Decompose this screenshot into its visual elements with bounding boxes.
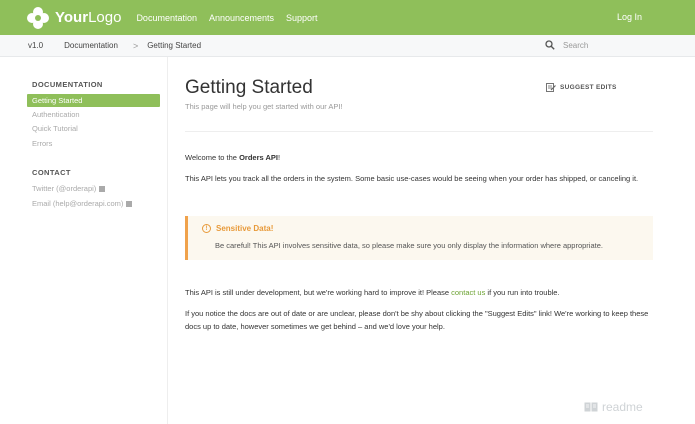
development-text: This API is still under development, but… [185, 288, 560, 297]
welcome-text: Welcome to the Orders API! [185, 153, 281, 162]
contact-us-link[interactable]: contact us [451, 288, 485, 297]
nav-link-documentation[interactable]: Documentation [136, 13, 197, 23]
intro-text: This API lets you track all the orders i… [185, 174, 639, 183]
edit-icon [546, 83, 556, 92]
sidebar-item-email[interactable]: Email (help@orderapi.com) [27, 197, 160, 210]
warning-icon: ! [202, 224, 211, 233]
top-nav: YourLogo Documentation Announcements Sup… [0, 0, 695, 35]
suggest-edits-label: SUGGEST EDITS [560, 83, 617, 91]
readme-watermark[interactable]: readme [584, 400, 643, 414]
sidebar-heading-contact: CONTACT [32, 168, 71, 177]
sidebar-item-label: Email (help@orderapi.com) [32, 199, 124, 208]
callout-title-text: Sensitive Data! [216, 224, 274, 233]
search-box[interactable] [545, 40, 663, 50]
page-title: Getting Started [185, 77, 313, 98]
page-subtitle: This page will help you get started with… [185, 102, 343, 111]
callout-title: ! Sensitive Data! [202, 224, 273, 233]
readme-label: readme [602, 400, 643, 414]
sidebar-heading-documentation: DOCUMENTATION [32, 80, 103, 89]
clover-logo-icon [27, 6, 49, 29]
outdated-text: If you notice the docs are out of date o… [185, 309, 649, 331]
external-link-icon [99, 186, 106, 192]
title-divider [185, 131, 653, 132]
external-link-icon [126, 201, 133, 207]
logo-text: YourLogo [55, 9, 122, 26]
nav-link-support[interactable]: Support [286, 13, 318, 23]
sidebar-item-quick-tutorial[interactable]: Quick Tutorial [27, 122, 160, 135]
sidebar: DOCUMENTATION Getting Started Authentica… [0, 57, 168, 424]
callout-body: Be careful! This API involves sensitive … [215, 241, 603, 250]
nav-link-announcements[interactable]: Announcements [209, 13, 274, 23]
breadcrumb: v1.0 Documentation > Getting Started [0, 35, 695, 57]
login-link[interactable]: Log In [617, 12, 642, 22]
version-selector[interactable]: v1.0 [28, 41, 43, 50]
sidebar-item-label: Twitter (@orderapi) [32, 184, 97, 193]
warning-callout: ! Sensitive Data! Be careful! This API i… [185, 216, 653, 260]
search-icon [545, 40, 555, 50]
suggest-edits-button[interactable]: SUGGEST EDITS [546, 82, 617, 92]
search-input[interactable] [563, 40, 663, 50]
sidebar-item-twitter[interactable]: Twitter (@orderapi) [27, 182, 160, 195]
logo[interactable]: YourLogo [27, 0, 121, 35]
sidebar-item-errors[interactable]: Errors [27, 137, 160, 150]
sidebar-item-getting-started[interactable]: Getting Started [27, 94, 160, 107]
breadcrumb-current: Getting Started [147, 41, 202, 50]
chevron-right-icon: > [132, 40, 139, 51]
breadcrumb-documentation[interactable]: Documentation [64, 41, 118, 50]
sidebar-item-authentication[interactable]: Authentication [27, 108, 160, 121]
book-icon [584, 402, 598, 412]
